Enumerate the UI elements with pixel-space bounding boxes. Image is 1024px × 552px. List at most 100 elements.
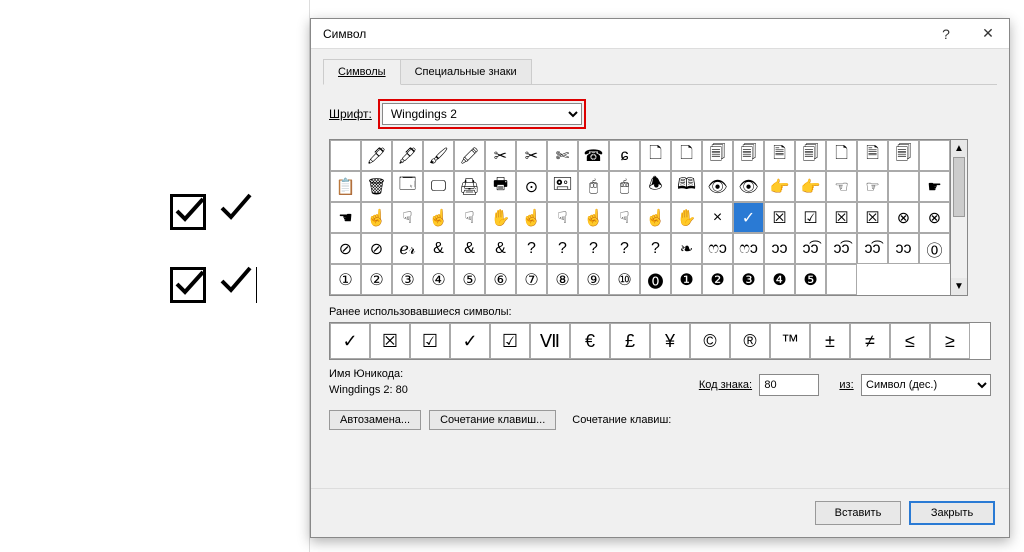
symbol-cell[interactable]: ☟ [547,202,578,233]
symbol-cell[interactable]: 🖌 [423,140,454,171]
symbol-cell[interactable]: ෆɔ [733,233,764,264]
symbol-cell[interactable]: ☒ [826,202,857,233]
symbol-cell[interactable] [919,140,950,171]
recent-symbol-cell[interactable]: ☑ [490,323,530,359]
symbol-cell[interactable]: 🗋 [826,140,857,171]
symbol-cell[interactable]: × [702,202,733,233]
symbol-cell[interactable]: ④ [423,264,454,295]
symbol-cell[interactable]: 🖶 [485,171,516,202]
symbol-cell[interactable]: ☒ [764,202,795,233]
symbol-cell[interactable]: ⓪ [919,233,950,264]
symbol-cell[interactable]: ⊙ [516,171,547,202]
scroll-down-icon[interactable]: ▼ [951,278,967,295]
recent-symbol-cell[interactable]: ± [810,323,850,359]
symbol-cell[interactable]: ⊗ [888,202,919,233]
symbol-cell[interactable]: ❧ [671,233,702,264]
symbol-cell[interactable]: 🗔 [392,171,423,202]
scroll-track[interactable] [951,157,967,278]
symbol-cell[interactable]: ☒ [857,202,888,233]
symbol-cell[interactable]: ☝ [640,202,671,233]
code-input[interactable] [759,374,819,396]
symbol-cell[interactable]: 🗐 [795,140,826,171]
symbol-cell[interactable]: ℯ𝓇 [392,233,423,264]
symbol-cell[interactable]: ☎ [578,140,609,171]
tab-special[interactable]: Специальные знаки [400,59,532,85]
close-button[interactable]: ✕ [967,19,1009,49]
symbol-cell[interactable]: ⊘ [361,233,392,264]
close-dialog-button[interactable]: Закрыть [909,501,995,525]
recent-symbol-cell[interactable]: ☑ [410,323,450,359]
symbol-cell[interactable]: 🗐 [733,140,764,171]
symbol-cell[interactable]: 🗐 [702,140,733,171]
symbol-cell[interactable]: 🗎 [857,140,888,171]
grid-scrollbar[interactable]: ▲ ▼ [951,139,968,296]
symbol-cell[interactable]: 🗎 [764,140,795,171]
symbol-cell[interactable]: 🗋 [640,140,671,171]
recent-symbol-cell[interactable]: ✓ [450,323,490,359]
symbol-cell[interactable]: ☝ [578,202,609,233]
recent-symbol-cell[interactable]: ≤ [890,323,930,359]
symbol-cell[interactable]: ③ [392,264,423,295]
from-dropdown[interactable]: Символ (дес.) [861,374,991,396]
shortcut-button[interactable]: Сочетание клавиш... [429,410,556,430]
symbol-cell[interactable]: 🗑 [361,171,392,202]
symbol-cell[interactable]: ✂ [485,140,516,171]
symbol-cell[interactable]: ❷ [702,264,733,295]
recent-symbol-cell[interactable]: ☒ [370,323,410,359]
recent-symbol-cell[interactable]: € [570,323,610,359]
symbol-cell[interactable]: ⑥ [485,264,516,295]
recent-symbol-cell[interactable]: ≠ [850,323,890,359]
symbol-cell[interactable] [826,264,857,295]
symbol-cell[interactable]: & [485,233,516,264]
symbol-cell[interactable]: ? [578,233,609,264]
symbol-cell[interactable]: ᴐ͡ᴐ [857,233,888,264]
symbol-cell[interactable]: ✋ [485,202,516,233]
symbol-cell[interactable]: ☟ [609,202,640,233]
symbol-cell[interactable]: ☝ [361,202,392,233]
symbol-cell[interactable]: ⊘ [330,233,361,264]
symbol-cell[interactable]: 🗋 [671,140,702,171]
symbol-cell[interactable]: & [423,233,454,264]
symbol-cell[interactable]: ✂ [516,140,547,171]
symbol-cell[interactable]: ❶ [671,264,702,295]
symbol-cell[interactable] [330,140,361,171]
symbol-cell[interactable]: ✓ [733,202,764,233]
symbol-cell[interactable]: ☞ [857,171,888,202]
symbol-cell[interactable]: ❺ [795,264,826,295]
symbol-cell[interactable]: ᴐɔ [888,233,919,264]
symbol-cell[interactable]: 🖨 [454,171,485,202]
symbol-cell[interactable]: ⑧ [547,264,578,295]
symbol-cell[interactable]: 🖱 [609,171,640,202]
symbol-cell[interactable]: ✄ [547,140,578,171]
symbol-cell[interactable]: 🕭 [640,171,671,202]
help-button[interactable]: ? [925,19,967,49]
scroll-thumb[interactable] [953,157,965,217]
symbol-cell[interactable] [888,171,919,202]
symbol-cell[interactable]: 👁 [733,171,764,202]
recent-symbol-cell[interactable]: Ⅶ [530,323,570,359]
symbol-cell[interactable]: ⊗ [919,202,950,233]
symbol-cell[interactable]: 🖰 [578,171,609,202]
recent-symbol-cell[interactable]: ✓ [330,323,370,359]
symbol-cell[interactable]: ⑨ [578,264,609,295]
font-dropdown[interactable]: Wingdings 2 [382,103,582,125]
symbol-cell[interactable]: ᴐᴐ [764,233,795,264]
tab-symbols[interactable]: Символы [323,59,401,85]
symbol-cell[interactable]: ᴐ͡ᴐ [795,233,826,264]
symbol-cell[interactable]: ❹ [764,264,795,295]
symbol-cell[interactable]: 🕮 [671,171,702,202]
recent-symbol-cell[interactable]: £ [610,323,650,359]
symbol-cell[interactable]: 👉 [764,171,795,202]
symbol-cell[interactable]: ✋ [671,202,702,233]
symbol-cell[interactable]: 👉 [795,171,826,202]
symbol-cell[interactable]: ⓿ [640,264,671,295]
symbol-cell[interactable]: ① [330,264,361,295]
symbol-cell[interactable]: ☛ [919,171,950,202]
symbol-cell[interactable]: ? [547,233,578,264]
symbol-cell[interactable]: ☜ [826,171,857,202]
symbol-cell[interactable]: ⑩ [609,264,640,295]
symbol-cell[interactable]: ☝ [516,202,547,233]
symbol-cell[interactable]: & [454,233,485,264]
symbol-cell[interactable]: 🖵 [423,171,454,202]
symbol-cell[interactable]: ɕ [609,140,640,171]
